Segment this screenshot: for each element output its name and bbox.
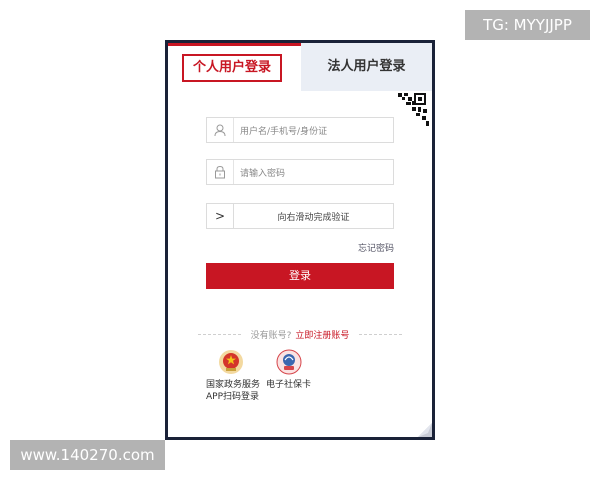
- watermark-bottom: www.140270.com: [10, 440, 165, 470]
- tab-legal-label: 法人用户登录: [327, 59, 406, 74]
- forgot-password-link[interactable]: 忘记密码: [358, 241, 394, 254]
- national-emblem-icon: [219, 350, 243, 374]
- watermark-top: TG: MYYJJPP: [465, 10, 590, 40]
- login-panel: 个人用户登录 法人用户登录 用户名/手机号/身份证 请输入密码 > 向右滑动完成…: [165, 40, 435, 440]
- divider-right: [359, 333, 403, 335]
- gov-app-login[interactable]: 国家政务服务 APP扫码登录: [206, 349, 260, 403]
- register-row: 没有账号? 立即注册账号: [198, 327, 403, 341]
- social-card-label: 电子社保卡: [266, 380, 312, 390]
- login-button[interactable]: 登录: [206, 263, 394, 289]
- password-field[interactable]: 请输入密码: [206, 159, 394, 185]
- lock-icon: [207, 160, 234, 184]
- tab-personal-login[interactable]: 个人用户登录: [168, 43, 301, 91]
- qr-code-icon: [392, 91, 432, 131]
- social-security-card-icon: [276, 349, 302, 375]
- gov-app-label-1: 国家政务服务: [206, 380, 261, 390]
- user-icon: [207, 118, 234, 142]
- divider-left: [198, 333, 241, 335]
- slide-verify-text: 向右滑动完成验证: [277, 212, 350, 223]
- tab-legal-login[interactable]: 法人用户登录: [301, 43, 432, 91]
- gov-app-label-2: APP扫码登录: [206, 392, 260, 402]
- qr-code-toggle[interactable]: [392, 91, 432, 131]
- password-placeholder: 请输入密码: [240, 168, 286, 179]
- username-field[interactable]: 用户名/手机号/身份证: [206, 117, 394, 143]
- page-fold-icon: [418, 423, 432, 437]
- register-link[interactable]: 立即注册账号: [295, 328, 349, 341]
- no-account-text: 没有账号?: [250, 330, 292, 341]
- slide-verify-handle[interactable]: >: [207, 204, 234, 228]
- social-card-login[interactable]: 电子社保卡: [266, 349, 311, 391]
- slide-verify: > 向右滑动完成验证: [206, 203, 394, 229]
- username-placeholder: 用户名/手机号/身份证: [240, 126, 328, 137]
- tab-personal-label: 个人用户登录: [182, 54, 282, 82]
